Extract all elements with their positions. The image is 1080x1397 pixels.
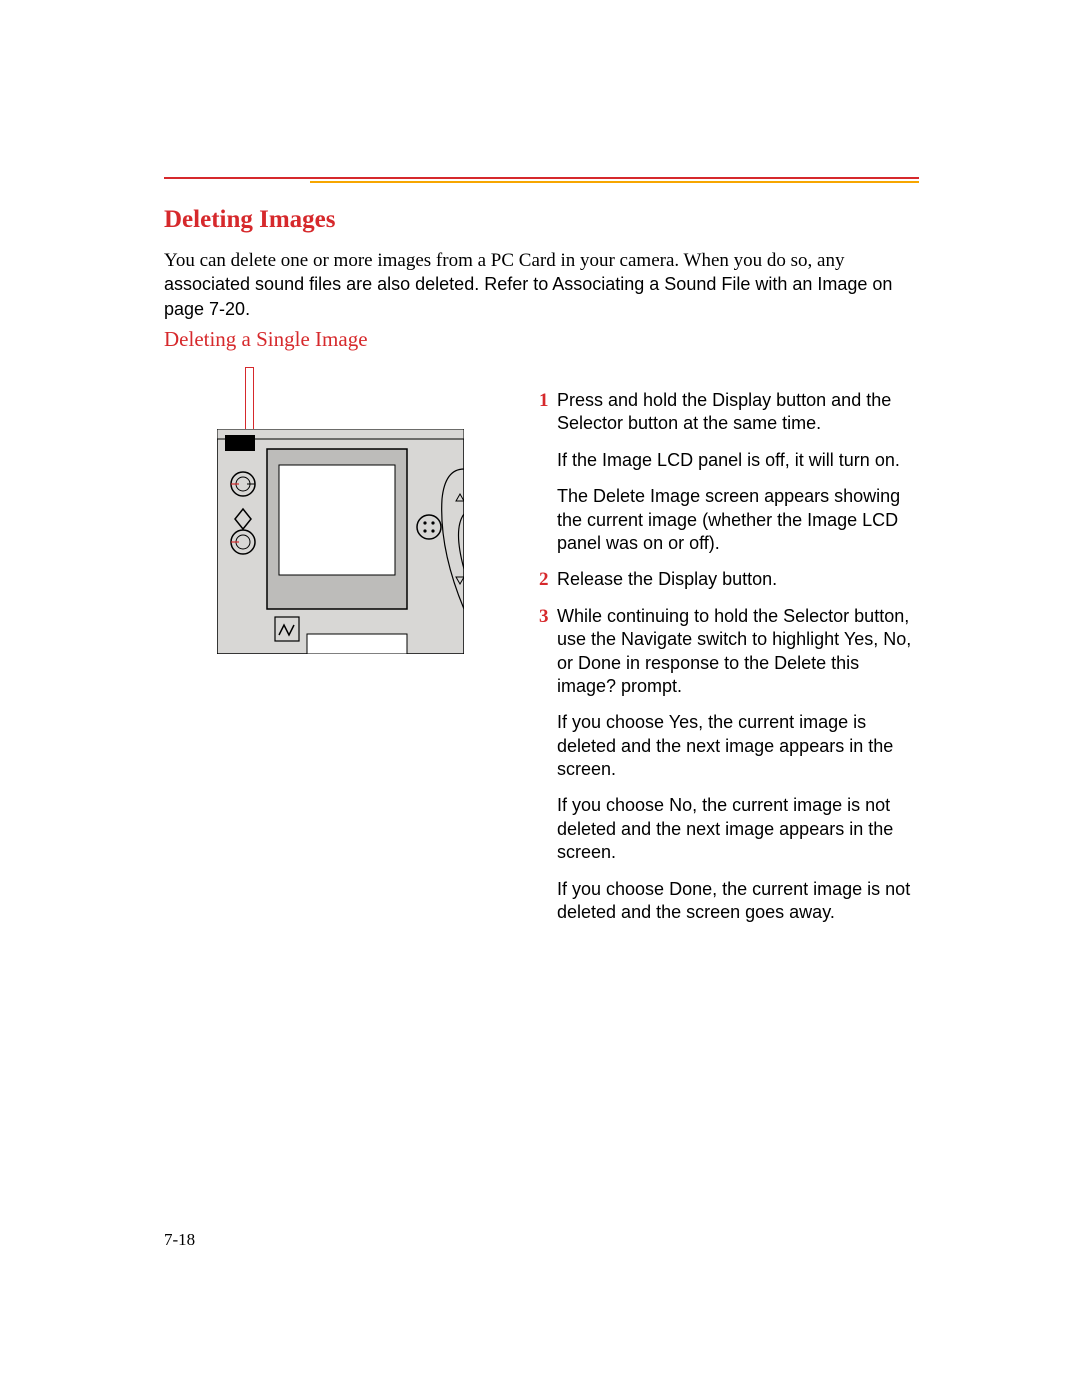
subsection-heading: Deleting a Single Image: [164, 327, 368, 352]
step-number: 3: [539, 605, 557, 630]
horizontal-rule-gold: [310, 181, 919, 183]
step-text: Release the Display button.: [557, 568, 921, 591]
camera-diagram-wrap: [217, 367, 464, 655]
step-number: 2: [539, 568, 557, 593]
section-heading: Deleting Images: [164, 206, 336, 234]
callout-horizontal-connector: [245, 367, 253, 368]
manual-page: Deleting Images You can delete one or mo…: [0, 0, 1080, 1397]
horizontal-rule-red: [164, 177, 919, 179]
step-2: 2 Release the Display button.: [539, 568, 921, 604]
step-text: If you choose Done, the current image is…: [557, 878, 921, 925]
intro-text-sans: associated sound files are also deleted.…: [164, 274, 892, 318]
step-3: 3 While continuing to hold the Selector …: [539, 605, 921, 938]
step-1: 1 Press and hold the Display button and …: [539, 389, 921, 568]
intro-text-serif: You can delete one or more images from a…: [164, 250, 845, 271]
step-text: Press and hold the Display button and th…: [557, 389, 921, 436]
step-text: The Delete Image screen appears showing …: [557, 485, 921, 555]
page-number: 7-18: [164, 1230, 195, 1250]
steps-column: 1 Press and hold the Display button and …: [539, 389, 921, 937]
step-text: If the Image LCD panel is off, it will t…: [557, 449, 921, 472]
step-number: 1: [539, 389, 557, 414]
camera-back-illustration: [217, 429, 464, 654]
step-text: If you choose No, the current image is n…: [557, 794, 921, 864]
step-text: While continuing to hold the Selector bu…: [557, 605, 921, 699]
step-text: If you choose Yes, the current image is …: [557, 711, 921, 781]
intro-paragraph: You can delete one or more images from a…: [164, 249, 920, 322]
